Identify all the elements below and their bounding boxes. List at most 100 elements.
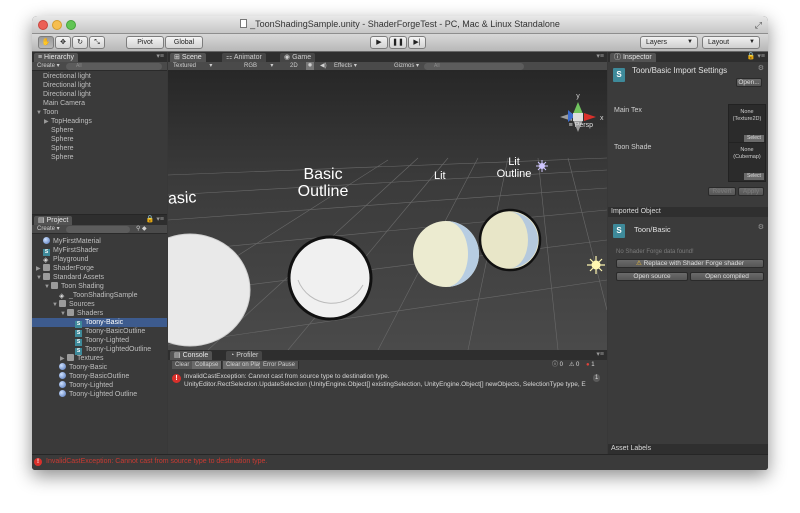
project-item[interactable]: ◈ Playground — [32, 255, 167, 264]
hierarchy-item[interactable]: Directional light — [32, 81, 167, 90]
project-item[interactable]: S MyFirstShader — [32, 246, 167, 256]
open-source-button[interactable]: Open source — [616, 272, 688, 281]
hierarchy-item[interactable]: Sphere — [32, 153, 167, 162]
hierarchy-item[interactable]: Directional light — [32, 72, 167, 81]
hierarchy-item[interactable]: Main Camera — [32, 99, 167, 108]
open-compiled-button[interactable]: Open compiled — [690, 272, 764, 281]
project-item[interactable]: ▶ ShaderForge — [32, 264, 167, 273]
project-item[interactable]: Toony-BasicOutline — [32, 372, 167, 381]
scene-render: y x — [168, 93, 607, 350]
tab-console[interactable]: ▤ Console — [170, 351, 213, 360]
hierarchy-item-label: Sphere — [51, 136, 74, 143]
project-item[interactable]: Toony-Lighted Outline — [32, 390, 167, 399]
project-item[interactable]: S Toony-LightedOutline — [32, 345, 167, 355]
project-item[interactable]: ▼ Standard Assets — [32, 273, 167, 282]
panel-menu-icon[interactable]: ▾≡ — [596, 350, 604, 360]
folder-icon — [59, 300, 66, 307]
clear-button[interactable]: Clear — [172, 361, 194, 369]
error-pause-toggle[interactable]: Error Pause — [260, 361, 300, 369]
hierarchy-item-label: Directional light — [43, 82, 91, 89]
warning-count-value: 0 — [576, 362, 580, 368]
panel-lock-icon[interactable]: 🔒 ▾≡ — [146, 215, 164, 225]
shader-icon: S — [613, 224, 625, 238]
layers-dropdown[interactable]: Layers ▼ — [640, 36, 698, 49]
hierarchy-item[interactable]: Sphere — [32, 144, 167, 153]
tab-hierarchy[interactable]: ≡ Hierarchy — [34, 53, 78, 62]
toon-shade-value: None (Cubemap) — [733, 147, 761, 160]
project-item[interactable]: S Toony-BasicOutline — [32, 327, 167, 337]
pivot-label: Pivot — [137, 39, 153, 46]
apply-button[interactable]: Apply — [738, 187, 764, 196]
step-icon: ▶| — [413, 39, 421, 46]
warning-count[interactable]: ⚠ 0 — [569, 361, 579, 369]
project-create-dropdown[interactable]: Create ▾ — [37, 225, 60, 234]
filter-icon[interactable]: ⚲ ◆ — [136, 225, 147, 234]
status-error-icon: ! — [34, 458, 42, 466]
hierarchy-create-dropdown[interactable]: Create ▾ — [37, 62, 60, 71]
project-item[interactable]: ▶ Textures — [32, 354, 167, 363]
rotate-tool-button[interactable]: ↻ — [72, 36, 88, 49]
project-panel: ▤ Project 🔒 ▾≡ Create ▾ ⚲ ◆ MyFirstMater… — [32, 214, 167, 454]
tab-animator[interactable]: ⚏ Animator — [222, 53, 266, 62]
main-tex-slot[interactable]: None (Texture2D) Select — [728, 104, 766, 144]
panel-menu-icon[interactable]: ▾≡ — [156, 52, 164, 62]
project-search-input[interactable] — [66, 226, 130, 233]
title-bar: _ToonShadingSample.unity - ShaderForgeTe… — [32, 16, 768, 34]
project-item[interactable]: Toony-Lighted — [32, 381, 167, 390]
hierarchy-item[interactable]: ▶ TopHeadings — [32, 117, 167, 126]
toon-shade-slot[interactable]: None (Cubemap) Select — [728, 142, 766, 182]
tab-profiler[interactable]: ◔ Profiler — [226, 351, 263, 360]
replace-with-sf-button[interactable]: ⚠ Replace with Shader Forge shader — [616, 259, 764, 268]
layout-dropdown[interactable]: Layout ▼ — [702, 36, 760, 49]
info-icon: ⓘ — [614, 54, 623, 61]
panel-menu-icon[interactable]: ▾≡ — [596, 52, 604, 62]
project-item[interactable]: S Toony-Lighted — [32, 336, 167, 346]
log-count[interactable]: ⓘ 0 — [552, 361, 563, 369]
move-tool-button[interactable]: ✥ — [55, 36, 71, 49]
tab-inspector[interactable]: ⓘ Inspector — [610, 53, 656, 62]
error-count[interactable]: ● 1 — [586, 361, 595, 369]
folder-icon — [51, 282, 58, 289]
gear-icon[interactable]: ⚙ — [758, 64, 764, 74]
status-bar[interactable]: ! InvalidCastException: Cannot cast from… — [32, 454, 768, 470]
hand-tool-button[interactable]: ✋ — [38, 36, 54, 49]
material-icon — [59, 390, 66, 397]
hierarchy-item[interactable]: Sphere — [32, 126, 167, 135]
open-button[interactable]: Open... — [736, 78, 762, 87]
console-message-line2[interactable]: UnityEditor.RectSelection.UpdateSelectio… — [184, 380, 606, 389]
project-item[interactable]: ▼ Toon Shading — [32, 282, 167, 291]
project-item[interactable]: ▼ Shaders — [32, 309, 167, 318]
tab-scene[interactable]: ⊞ Scene — [170, 53, 206, 62]
project-item[interactable]: S Toony-Basic — [32, 318, 167, 328]
project-item[interactable]: ▼ Sources — [32, 300, 167, 309]
pause-button[interactable]: ❚❚ — [389, 36, 407, 49]
folder-icon — [43, 264, 50, 271]
hierarchy-item[interactable]: Directional light — [32, 90, 167, 99]
gear-icon[interactable]: ⚙ — [758, 223, 764, 233]
step-button[interactable]: ▶| — [408, 36, 426, 49]
scene-search-input[interactable]: All — [424, 63, 524, 70]
play-button[interactable]: ▶ — [370, 36, 388, 49]
material-icon — [59, 381, 66, 388]
main-tex-select-button[interactable]: Select — [744, 135, 764, 142]
project-item[interactable]: ◈ _ToonShadingSample — [32, 291, 167, 300]
toon-shade-select-button[interactable]: Select — [744, 173, 764, 180]
hierarchy-search-input[interactable]: All — [66, 63, 162, 70]
persp-label[interactable]: ≡ Persp — [569, 122, 593, 129]
project-item[interactable]: MyFirstMaterial — [32, 237, 167, 246]
global-toggle[interactable]: Global — [165, 36, 203, 49]
scene-viewport[interactable]: y x asic Basic Outline Lit Lit Outline ≡… — [168, 70, 607, 350]
tab-project[interactable]: ▤ Project — [34, 216, 73, 225]
scale-tool-button[interactable]: ⤡ — [89, 36, 105, 49]
fullscreen-icon[interactable]: ⤢ — [755, 20, 762, 31]
panel-lock-icon[interactable]: 🔒 ▾≡ — [747, 52, 765, 62]
pivot-toggle[interactable]: Pivot — [126, 36, 164, 49]
hierarchy-item[interactable]: Sphere — [32, 135, 167, 144]
project-item[interactable]: Toony-Basic — [32, 363, 167, 372]
collapse-toggle[interactable]: Collapse — [192, 361, 223, 369]
document-icon — [240, 19, 248, 28]
tab-game[interactable]: ◉ Game — [280, 53, 316, 62]
revert-button[interactable]: Revert — [708, 187, 736, 196]
project-item-label: Toony-Lighted Outline — [69, 391, 138, 398]
hierarchy-item[interactable]: ▼Toon — [32, 108, 167, 117]
